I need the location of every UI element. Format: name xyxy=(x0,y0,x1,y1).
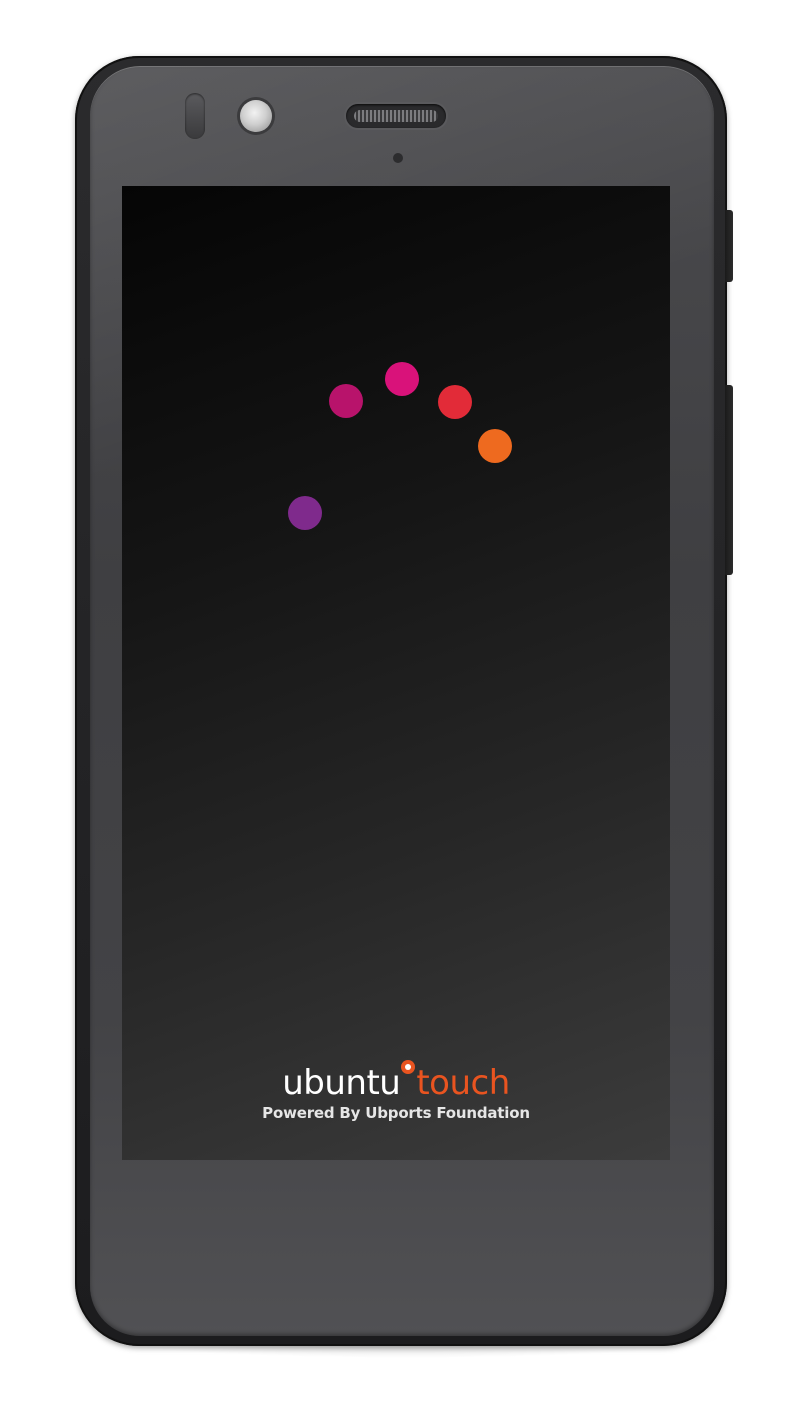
circle-of-friends-icon xyxy=(401,1060,416,1074)
spinner-dot xyxy=(478,429,512,463)
logo-tagline: Powered By Ubports Foundation xyxy=(262,1104,530,1122)
boot-screen: ubuntu touch Powered By Ubports Foundatio… xyxy=(122,186,670,1160)
logo-ubuntu-text: ubuntu xyxy=(282,1063,401,1103)
spinner-dot xyxy=(288,496,322,530)
light-sensor xyxy=(185,93,205,139)
logo-touch-text: touch xyxy=(416,1063,510,1103)
power-button[interactable] xyxy=(725,210,733,282)
spinner-dot xyxy=(329,384,363,418)
spinner-dot xyxy=(385,362,419,396)
ubuntu-touch-logo: ubuntu touch Powered By Ubports Foundatio… xyxy=(122,1060,670,1122)
front-camera-icon xyxy=(240,100,272,132)
spinner-dot xyxy=(438,385,472,419)
volume-rocker[interactable] xyxy=(725,385,733,575)
logo-wordmark: ubuntu touch xyxy=(282,1060,510,1103)
proximity-sensor xyxy=(393,153,403,163)
earpiece-speaker xyxy=(346,104,446,128)
